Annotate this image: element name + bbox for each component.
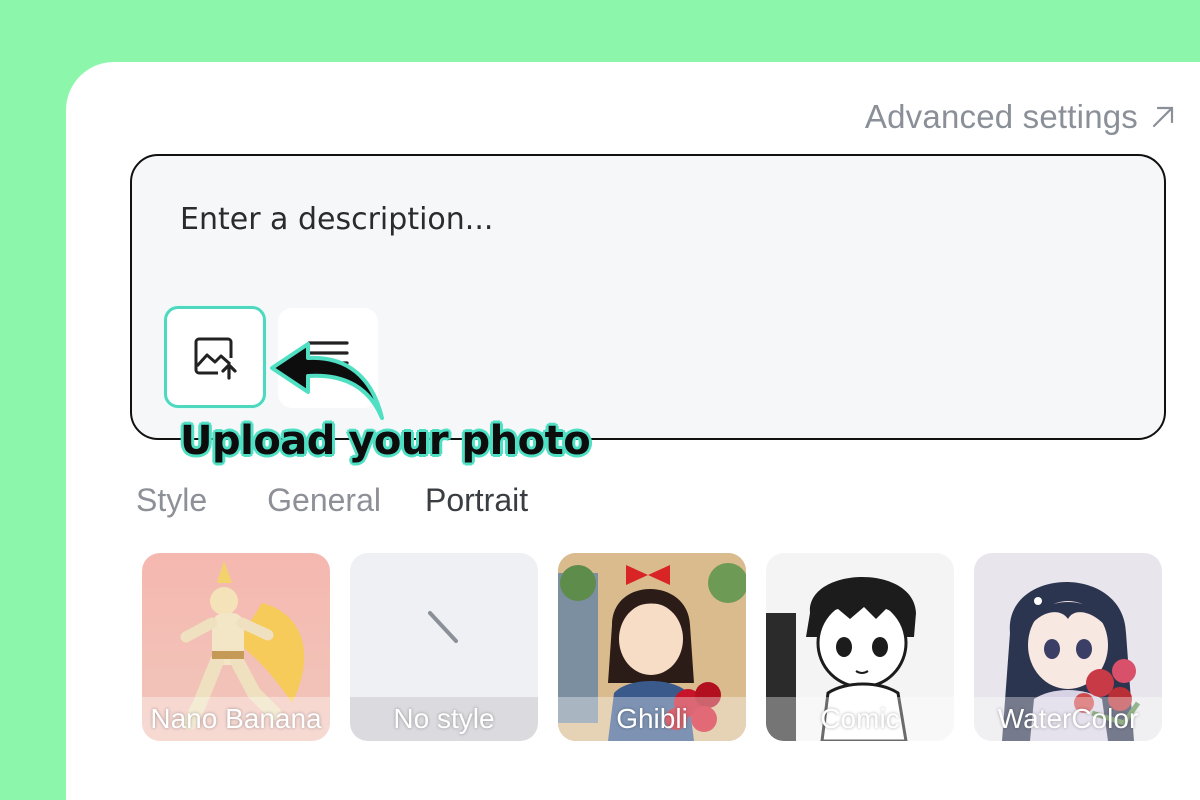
style-card-label: Comic: [766, 697, 954, 741]
tab-general[interactable]: General: [267, 482, 381, 519]
arrow-up-right-icon: [1152, 106, 1174, 128]
tab-portrait[interactable]: Portrait: [425, 482, 528, 519]
style-card-label: Ghibli: [558, 697, 746, 741]
description-input[interactable]: [178, 200, 1082, 264]
style-card-no-style[interactable]: No style: [350, 553, 538, 741]
style-cards: Nano Banana No style Ghibli Comic WaterC…: [142, 553, 1162, 741]
style-card-comic[interactable]: Comic: [766, 553, 954, 741]
advanced-settings-label: Advanced settings: [864, 98, 1138, 135]
style-card-label: No style: [350, 697, 538, 741]
style-card-ghibli[interactable]: Ghibli: [558, 553, 746, 741]
style-card-watercolor[interactable]: WaterColor: [974, 553, 1162, 741]
image-upload-icon: [194, 337, 237, 380]
style-card-nano-banana[interactable]: Nano Banana: [142, 553, 330, 741]
upload-caption: Upload your photo: [180, 418, 591, 464]
advanced-settings-link[interactable]: Advanced settings: [865, 98, 1178, 136]
style-tabs: Style General Portrait: [136, 482, 572, 519]
upload-photo-button[interactable]: [164, 306, 266, 408]
style-card-label: WaterColor: [974, 697, 1162, 741]
style-card-label: Nano Banana: [142, 697, 330, 741]
curved-arrow-icon: [270, 342, 384, 420]
style-section-label: Style: [136, 482, 208, 518]
